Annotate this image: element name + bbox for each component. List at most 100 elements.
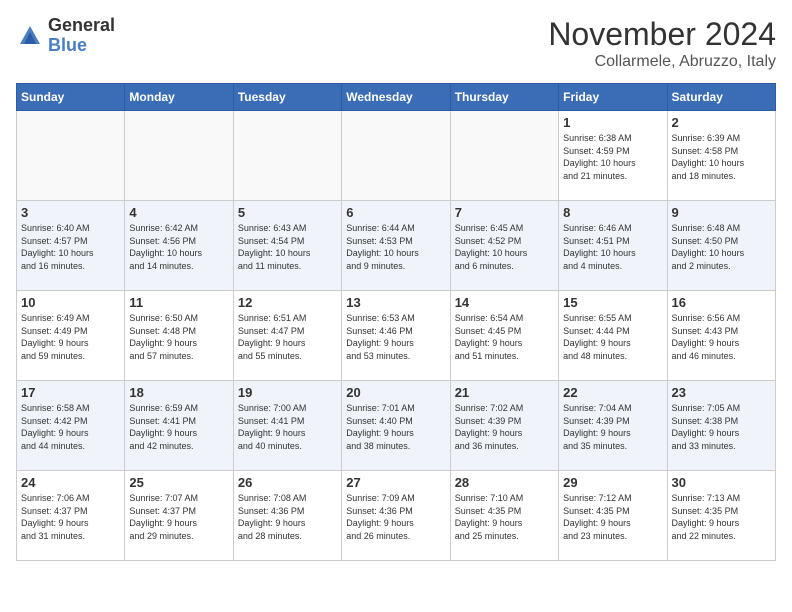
calendar-cell: 30 Sunrise: 7:13 AMSunset: 4:35 PMDayligh… <box>667 471 775 561</box>
calendar-cell: 1 Sunrise: 6:38 AMSunset: 4:59 PMDaylight… <box>559 111 667 201</box>
calendar-cell: 22Sunrise: 7:04 AMSunset: 4:39 PMDayligh… <box>559 381 667 471</box>
logo-text: General Blue <box>48 16 115 56</box>
calendar-subtitle: Collarmele, Abruzzo, Italy <box>548 53 776 71</box>
day-info: Sunrise: 6:54 AMSunset: 4:45 PMDaylight:… <box>455 312 554 362</box>
day-info: Sunrise: 7:10 AMSunset: 4:35 PMDaylight:… <box>455 492 554 542</box>
day-header-tuesday: Tuesday <box>233 84 341 111</box>
day-number: 6 <box>346 205 445 220</box>
day-info: Sunrise: 6:39 AMSunset: 4:58 PMDaylight:… <box>672 132 771 182</box>
logo: General Blue <box>16 16 115 56</box>
calendar-cell: 25 Sunrise: 7:07 AMSunset: 4:37 PMDayligh… <box>125 471 233 561</box>
day-header-saturday: Saturday <box>667 84 775 111</box>
calendar-cell: 19 Sunrise: 7:00 AMSunset: 4:41 PMDayligh… <box>233 381 341 471</box>
day-info: Sunrise: 6:56 AMSunset: 4:43 PMDaylight:… <box>672 312 771 362</box>
calendar-cell: 15Sunrise: 6:55 AMSunset: 4:44 PMDayligh… <box>559 291 667 381</box>
calendar-title: November 2024 <box>548 16 776 53</box>
calendar-cell: 13Sunrise: 6:53 AMSunset: 4:46 PMDayligh… <box>342 291 450 381</box>
calendar-cell: 24 Sunrise: 7:06 AMSunset: 4:37 PMDayligh… <box>17 471 125 561</box>
calendar-cell: 10 Sunrise: 6:49 AMSunset: 4:49 PMDayligh… <box>17 291 125 381</box>
day-header-thursday: Thursday <box>450 84 558 111</box>
day-info: Sunrise: 6:42 AMSunset: 4:56 PMDaylight:… <box>129 222 228 272</box>
day-info: Sunrise: 7:06 AMSunset: 4:37 PMDaylight:… <box>21 492 120 542</box>
day-info: Sunrise: 6:55 AMSunset: 4:44 PMDaylight:… <box>563 312 662 362</box>
calendar-cell: 11Sunrise: 6:50 AMSunset: 4:48 PMDayligh… <box>125 291 233 381</box>
day-number: 30 <box>672 475 771 490</box>
day-number: 25 <box>129 475 228 490</box>
calendar-cell: 4 Sunrise: 6:42 AMSunset: 4:56 PMDaylight… <box>125 201 233 291</box>
day-number: 16 <box>672 295 771 310</box>
day-info: Sunrise: 6:44 AMSunset: 4:53 PMDaylight:… <box>346 222 445 272</box>
day-number: 1 <box>563 115 662 130</box>
calendar-cell: 14Sunrise: 6:54 AMSunset: 4:45 PMDayligh… <box>450 291 558 381</box>
calendar-cell <box>17 111 125 201</box>
day-info: Sunrise: 7:05 AMSunset: 4:38 PMDaylight:… <box>672 402 771 452</box>
day-info: Sunrise: 6:38 AMSunset: 4:59 PMDaylight:… <box>563 132 662 182</box>
week-row: 24 Sunrise: 7:06 AMSunset: 4:37 PMDayligh… <box>17 471 776 561</box>
day-info: Sunrise: 7:12 AMSunset: 4:35 PMDaylight:… <box>563 492 662 542</box>
week-row: 17 Sunrise: 6:58 AMSunset: 4:42 PMDayligh… <box>17 381 776 471</box>
day-info: Sunrise: 7:08 AMSunset: 4:36 PMDaylight:… <box>238 492 337 542</box>
day-info: Sunrise: 6:59 AMSunset: 4:41 PMDaylight:… <box>129 402 228 452</box>
calendar-cell: 27Sunrise: 7:09 AMSunset: 4:36 PMDayligh… <box>342 471 450 561</box>
day-number: 29 <box>563 475 662 490</box>
day-number: 18 <box>129 385 228 400</box>
day-number: 17 <box>21 385 120 400</box>
calendar-cell: 28Sunrise: 7:10 AMSunset: 4:35 PMDayligh… <box>450 471 558 561</box>
day-info: Sunrise: 6:49 AMSunset: 4:49 PMDaylight:… <box>21 312 120 362</box>
day-info: Sunrise: 7:00 AMSunset: 4:41 PMDaylight:… <box>238 402 337 452</box>
day-info: Sunrise: 7:07 AMSunset: 4:37 PMDaylight:… <box>129 492 228 542</box>
calendar-cell: 23 Sunrise: 7:05 AMSunset: 4:38 PMDayligh… <box>667 381 775 471</box>
calendar-table: SundayMondayTuesdayWednesdayThursdayFrid… <box>16 83 776 561</box>
calendar-cell: 20 Sunrise: 7:01 AMSunset: 4:40 PMDayligh… <box>342 381 450 471</box>
day-header-sunday: Sunday <box>17 84 125 111</box>
day-number: 10 <box>21 295 120 310</box>
day-info: Sunrise: 6:46 AMSunset: 4:51 PMDaylight:… <box>563 222 662 272</box>
day-number: 3 <box>21 205 120 220</box>
calendar-cell: 12 Sunrise: 6:51 AMSunset: 4:47 PMDayligh… <box>233 291 341 381</box>
day-header-monday: Monday <box>125 84 233 111</box>
day-number: 20 <box>346 385 445 400</box>
calendar-cell: 9 Sunrise: 6:48 AMSunset: 4:50 PMDaylight… <box>667 201 775 291</box>
day-number: 24 <box>21 475 120 490</box>
day-number: 9 <box>672 205 771 220</box>
day-number: 4 <box>129 205 228 220</box>
calendar-cell: 3 Sunrise: 6:40 AMSunset: 4:57 PMDaylight… <box>17 201 125 291</box>
calendar-cell: 17 Sunrise: 6:58 AMSunset: 4:42 PMDayligh… <box>17 381 125 471</box>
day-number: 11 <box>129 295 228 310</box>
day-number: 5 <box>238 205 337 220</box>
calendar-cell: 18 Sunrise: 6:59 AMSunset: 4:41 PMDayligh… <box>125 381 233 471</box>
day-number: 19 <box>238 385 337 400</box>
day-info: Sunrise: 7:04 AMSunset: 4:39 PMDaylight:… <box>563 402 662 452</box>
day-info: Sunrise: 6:58 AMSunset: 4:42 PMDaylight:… <box>21 402 120 452</box>
day-info: Sunrise: 6:48 AMSunset: 4:50 PMDaylight:… <box>672 222 771 272</box>
day-header-friday: Friday <box>559 84 667 111</box>
day-info: Sunrise: 6:43 AMSunset: 4:54 PMDaylight:… <box>238 222 337 272</box>
day-info: Sunrise: 7:02 AMSunset: 4:39 PMDaylight:… <box>455 402 554 452</box>
calendar-cell <box>342 111 450 201</box>
title-block: November 2024 Collarmele, Abruzzo, Italy <box>548 16 776 71</box>
day-number: 13 <box>346 295 445 310</box>
day-info: Sunrise: 6:40 AMSunset: 4:57 PMDaylight:… <box>21 222 120 272</box>
header-row: SundayMondayTuesdayWednesdayThursdayFrid… <box>17 84 776 111</box>
calendar-cell: 2 Sunrise: 6:39 AMSunset: 4:58 PMDaylight… <box>667 111 775 201</box>
day-info: Sunrise: 7:01 AMSunset: 4:40 PMDaylight:… <box>346 402 445 452</box>
calendar-cell: 21 Sunrise: 7:02 AMSunset: 4:39 PMDayligh… <box>450 381 558 471</box>
calendar-cell <box>450 111 558 201</box>
day-info: Sunrise: 6:51 AMSunset: 4:47 PMDaylight:… <box>238 312 337 362</box>
week-row: 3 Sunrise: 6:40 AMSunset: 4:57 PMDaylight… <box>17 201 776 291</box>
week-row: 1 Sunrise: 6:38 AMSunset: 4:59 PMDaylight… <box>17 111 776 201</box>
day-info: Sunrise: 6:45 AMSunset: 4:52 PMDaylight:… <box>455 222 554 272</box>
day-number: 26 <box>238 475 337 490</box>
day-number: 21 <box>455 385 554 400</box>
calendar-cell: 7Sunrise: 6:45 AMSunset: 4:52 PMDaylight… <box>450 201 558 291</box>
calendar-cell: 5 Sunrise: 6:43 AMSunset: 4:54 PMDaylight… <box>233 201 341 291</box>
week-row: 10 Sunrise: 6:49 AMSunset: 4:49 PMDayligh… <box>17 291 776 381</box>
calendar-cell: 16 Sunrise: 6:56 AMSunset: 4:43 PMDayligh… <box>667 291 775 381</box>
day-number: 23 <box>672 385 771 400</box>
logo-icon <box>16 22 44 50</box>
day-info: Sunrise: 7:13 AMSunset: 4:35 PMDaylight:… <box>672 492 771 542</box>
calendar-cell: 6 Sunrise: 6:44 AMSunset: 4:53 PMDaylight… <box>342 201 450 291</box>
day-number: 12 <box>238 295 337 310</box>
day-number: 8 <box>563 205 662 220</box>
day-number: 2 <box>672 115 771 130</box>
